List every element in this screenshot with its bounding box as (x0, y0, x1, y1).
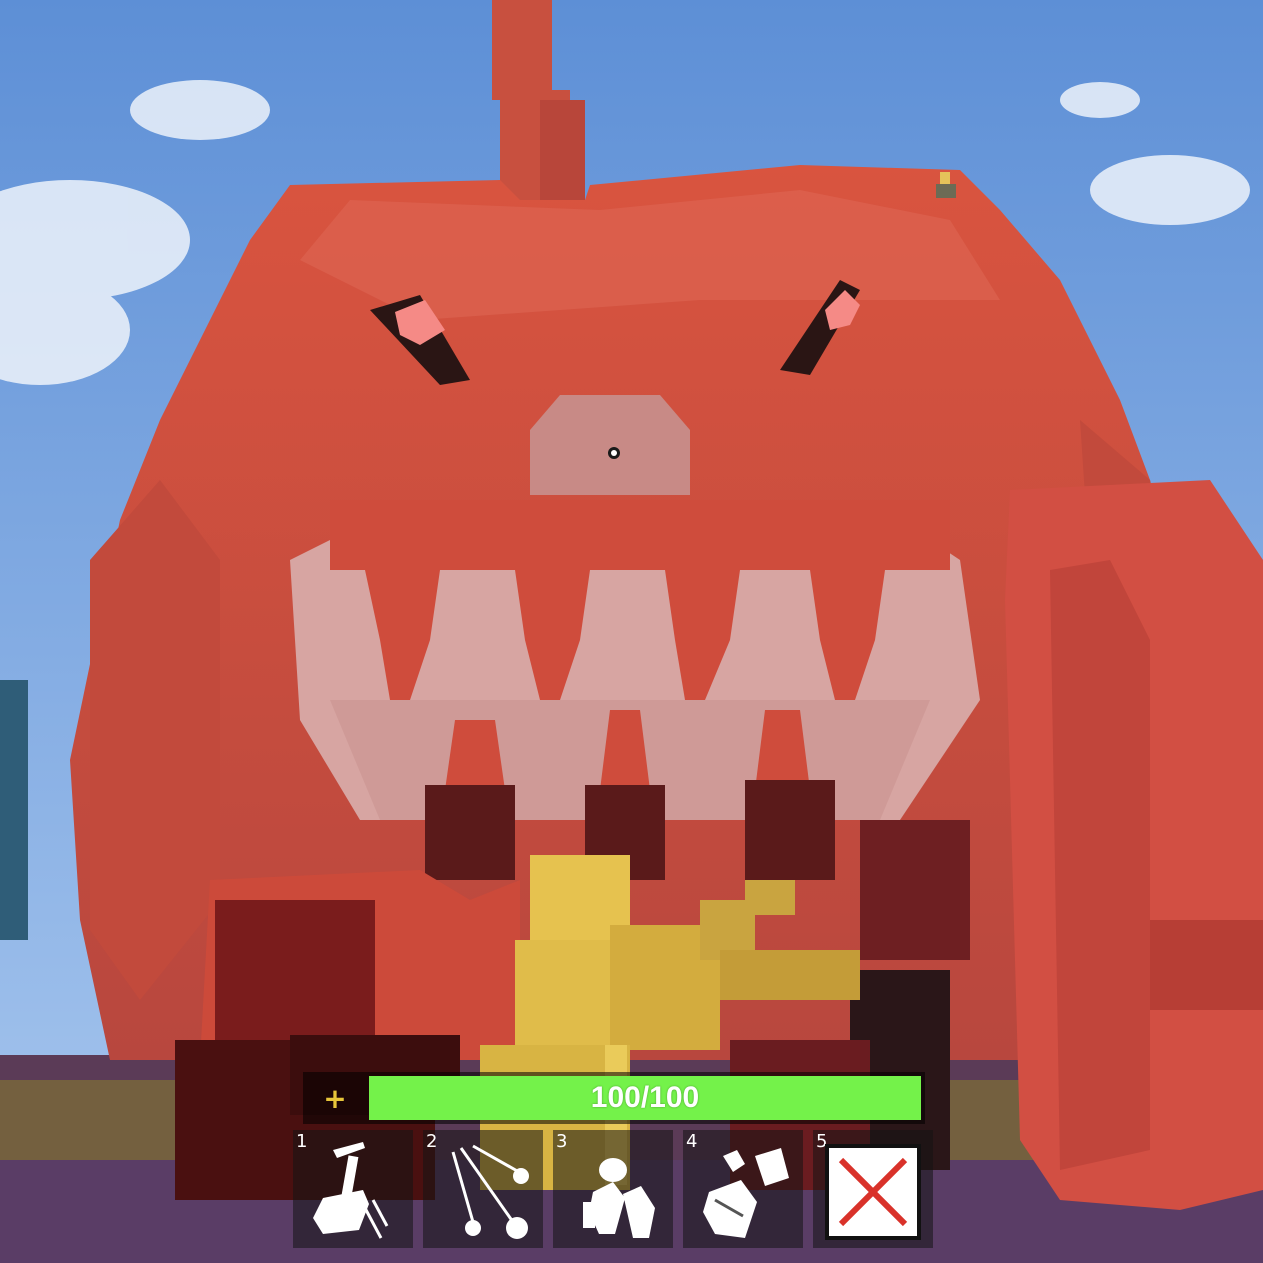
distant-building (0, 680, 28, 940)
hotbar-slot-3[interactable]: 3 (553, 1130, 673, 1248)
monster-nose (530, 395, 690, 495)
tool-hotbar: 1 2 3 4 5 (293, 1130, 933, 1248)
sword-slash-icon (313, 1142, 389, 1239)
close-x-icon (825, 1144, 921, 1240)
hotbar-slot-2[interactable]: 2 (423, 1130, 543, 1248)
projectile-spray-icon (451, 1144, 529, 1239)
health-plus-icon: + (323, 1081, 347, 1115)
hotbar-slot-4[interactable]: 4 (683, 1130, 803, 1248)
crosshair-icon (608, 447, 620, 459)
monster-right-arm (1005, 480, 1263, 1210)
hotbar-slot-5[interactable]: 5 (813, 1130, 933, 1248)
bombs-icon (583, 1158, 655, 1238)
hotbar-slot-1[interactable]: 1 (293, 1130, 413, 1248)
health-bar: + 100/100 (303, 1072, 925, 1124)
blocks-icon (703, 1148, 789, 1238)
health-text: 100/100 (590, 1081, 700, 1114)
